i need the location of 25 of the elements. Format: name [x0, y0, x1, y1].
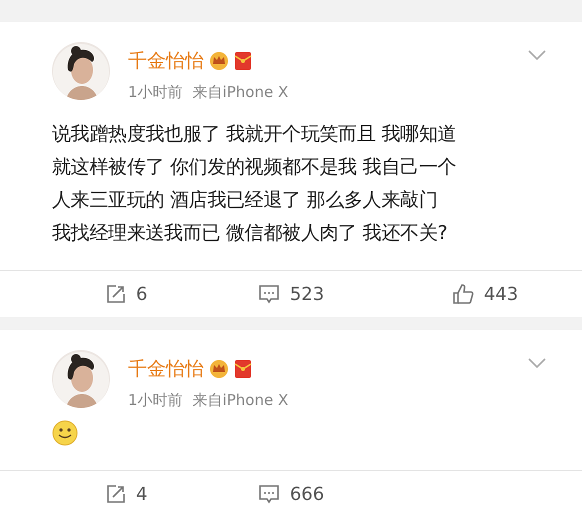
- post-text-line: 说我蹭热度我也服了 我就开个玩笑而且 我哪知道: [52, 122, 458, 147]
- edit-icon: [106, 484, 126, 504]
- comment-count[interactable]: 666: [290, 484, 324, 504]
- comment-count[interactable]: 523: [290, 284, 324, 304]
- comment-icon: [258, 284, 280, 304]
- post-text-line: 人来三亚玩的 酒店我已经退了 那么多人来敲门: [52, 188, 438, 213]
- post-time: 1小时前: [128, 391, 183, 410]
- crown-icon: [209, 359, 229, 379]
- post-source: 来自iPhone X: [192, 391, 288, 410]
- comment-icon: [258, 484, 280, 504]
- crown-icon: [209, 51, 229, 71]
- smiley-icon: [52, 420, 78, 446]
- envelope-icon: [234, 51, 252, 71]
- like-count[interactable]: 443: [484, 284, 518, 304]
- post-time: 1小时前: [128, 83, 183, 102]
- repost-count[interactable]: 6: [136, 284, 148, 304]
- post-text-line: 就这样被传了 你们发的视频都不是我 我自己一个: [52, 155, 458, 180]
- repost-count[interactable]: 4: [136, 484, 148, 504]
- envelope-icon: [234, 359, 252, 379]
- chevron-down-icon[interactable]: [528, 50, 546, 61]
- post-text-line: 我找经理来送我而已 微信都被人肉了 我还不关?: [52, 221, 448, 246]
- post-source: 来自iPhone X: [192, 83, 288, 102]
- chevron-down-icon[interactable]: [528, 358, 546, 369]
- edit-icon: [106, 284, 126, 304]
- thumbs-up-icon: [452, 283, 474, 305]
